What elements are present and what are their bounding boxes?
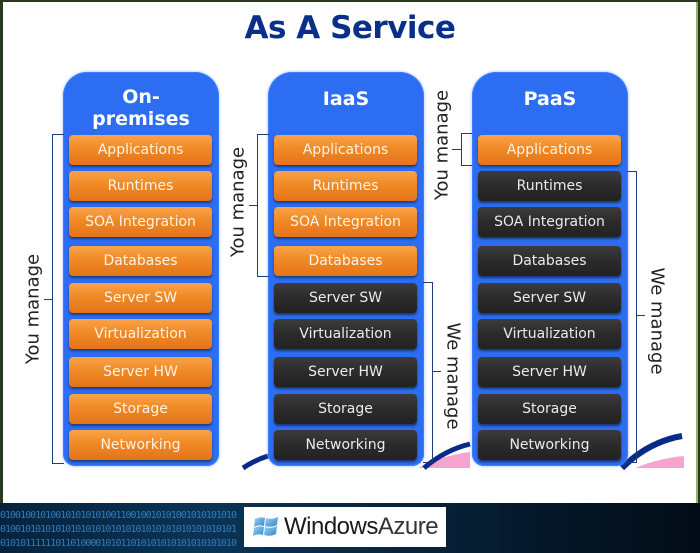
layer-networking: Networking [274, 430, 417, 460]
bracket-tick [637, 315, 645, 316]
logo-text: WindowsAzure [284, 513, 439, 541]
layer-applications: Applications [478, 135, 621, 165]
label-paas-we-manage: We manage [646, 267, 668, 375]
label-iaas-you-manage: You manage [227, 146, 249, 258]
layer-databases: Databases [274, 246, 417, 276]
logo-word-windows: Windows [284, 513, 378, 540]
layer-databases: Databases [478, 246, 621, 276]
layer-runtimes: Runtimes [69, 171, 212, 201]
column-iaas: IaaS Applications Runtimes SOA Integrati… [268, 72, 424, 466]
column-on-premises: On- premises Applications Runtimes SOA I… [63, 72, 219, 466]
bracket-tick [452, 149, 461, 150]
layer-storage: Storage [274, 394, 417, 424]
layer-networking: Networking [69, 430, 212, 460]
swoosh-pink-paas [635, 456, 684, 468]
windows-flag-icon [253, 517, 278, 536]
layer-server-sw: Server SW [69, 283, 212, 313]
column-title-line2: premises [92, 108, 190, 130]
layer-applications: Applications [69, 135, 212, 165]
layer-virtualization: Virtualization [478, 319, 621, 349]
column-paas: PaaS Applications Runtimes SOA Integrati… [472, 72, 628, 466]
binary-text: 0100101010101010101010101010101010101010… [0, 524, 237, 535]
layer-virtualization: Virtualization [69, 319, 212, 349]
bracket-tick [433, 371, 441, 372]
label-iaas-we-manage: We manage [442, 322, 464, 430]
bracket-paas-you-manage [461, 133, 472, 166]
binary-text: 0100100101001010101010011001001010100101… [0, 510, 237, 521]
bracket-onprem-you-manage [52, 134, 64, 464]
column-title: IaaS [322, 88, 370, 110]
layer-server-hw: Server HW [478, 357, 621, 387]
layer-storage: Storage [69, 394, 212, 424]
layer-server-hw: Server HW [274, 357, 417, 387]
bracket-paas-we-manage [627, 171, 637, 463]
layer-soa-integration: SOA Integration [69, 207, 212, 237]
swoosh-blue-onprem [241, 453, 269, 471]
layer-runtimes: Runtimes [478, 171, 621, 201]
layer-server-sw: Server SW [478, 283, 621, 313]
layer-virtualization: Virtualization [274, 319, 417, 349]
layer-server-sw: Server SW [274, 283, 417, 313]
bracket-iaas-we-manage [423, 282, 433, 463]
layer-applications: Applications [274, 135, 417, 165]
column-title-line1: On- [122, 86, 160, 108]
binary-text: 0101011111101101000010101101010101010101… [0, 538, 237, 549]
logo-word-azure: Azure [377, 513, 439, 540]
bracket-iaas-you-manage [257, 134, 269, 277]
label-paas-you-manage: You manage [431, 89, 453, 201]
bracket-tick [249, 205, 257, 206]
layer-soa-integration: SOA Integration [478, 207, 621, 237]
layer-storage: Storage [478, 394, 621, 424]
windows-azure-logo: WindowsAzure [244, 507, 446, 547]
layer-server-hw: Server HW [69, 357, 212, 387]
column-title: PaaS [523, 88, 577, 110]
layer-runtimes: Runtimes [274, 171, 417, 201]
label-onprem-you-manage: You manage [22, 253, 44, 365]
layer-soa-integration: SOA Integration [274, 207, 417, 237]
column-title: On- premises [63, 86, 219, 130]
layer-databases: Databases [69, 246, 212, 276]
bracket-tick [44, 299, 52, 300]
layer-networking: Networking [478, 430, 621, 460]
